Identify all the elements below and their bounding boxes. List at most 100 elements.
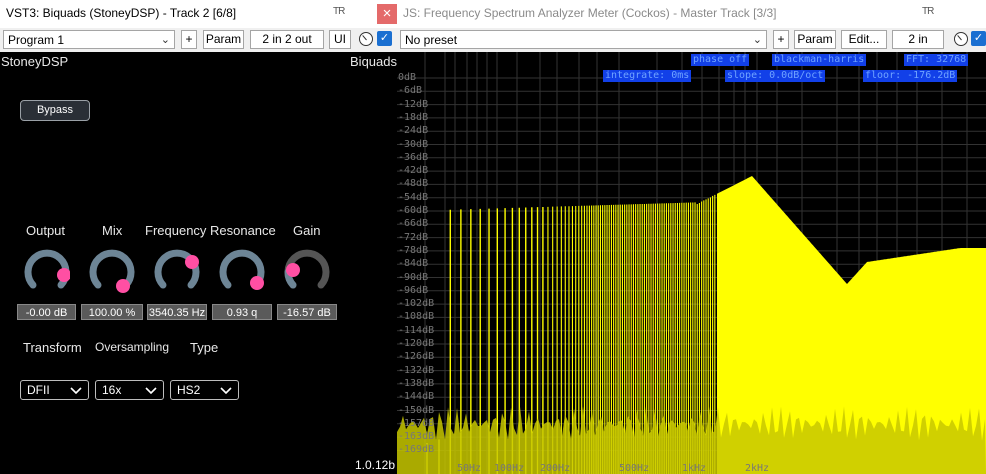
resonance-value[interactable]: 0.93 q <box>212 304 272 320</box>
left-title-bar: VST3: Biquads (StoneyDSP) - Track 2 [6/8… <box>0 0 397 28</box>
output-label: Output <box>26 223 66 238</box>
bypass-checkbox[interactable]: ✓ <box>971 31 986 46</box>
wet-knob-icon[interactable] <box>954 32 968 46</box>
db-tick-label: -78dB <box>398 244 429 256</box>
type-value: HS2 <box>177 383 201 397</box>
db-tick-label: -163dB <box>398 431 435 443</box>
bypass-button[interactable]: Bypass <box>20 100 90 121</box>
left-window-title: VST3: Biquads (StoneyDSP) - Track 2 [6/8… <box>6 6 237 20</box>
db-tick-label: -114dB <box>398 324 435 336</box>
db-tick-label: -144dB <box>398 391 435 403</box>
oversampling-value: 16x <box>102 383 122 397</box>
integrate-info[interactable]: integrate: 0ms <box>603 70 692 82</box>
pin-icon[interactable]: TR <box>333 6 345 17</box>
oversampling-label: Oversampling <box>95 340 170 354</box>
db-tick-label: -96dB <box>398 284 429 296</box>
db-tick-label: -108dB <box>398 311 435 323</box>
vendor-label: StoneyDSP <box>1 54 69 69</box>
frequency-tick-label: 1kHz <box>682 463 707 474</box>
resonance-knob[interactable] <box>219 248 265 294</box>
db-tick-label: -90dB <box>398 271 429 283</box>
output-value[interactable]: -0.00 dB <box>17 304 76 320</box>
spectrum-analyzer-window: JS: Frequency Spectrum Analyzer Meter (C… <box>397 0 986 474</box>
chevron-down-icon <box>145 387 157 394</box>
db-tick-label: -132dB <box>398 364 435 376</box>
window-info[interactable]: blackman-harris <box>772 54 867 66</box>
preset-select-value: No preset <box>405 33 458 47</box>
phase-info[interactable]: phase off <box>691 54 750 66</box>
db-tick-label: -138dB <box>398 377 435 389</box>
db-tick-label: -150dB <box>398 404 435 416</box>
db-tick-label: -42dB <box>398 165 429 177</box>
plugin-editor: StoneyDSP Biquads Bypass Output Mix Freq… <box>0 52 397 474</box>
close-button[interactable]: × <box>377 4 397 24</box>
floor-info[interactable]: floor: -176.2dB <box>863 70 958 82</box>
mix-knob[interactable] <box>89 248 135 294</box>
db-tick-label: -84dB <box>398 258 429 270</box>
db-tick-label: -12dB <box>398 98 429 110</box>
frequency-value[interactable]: 3540.35 Hz <box>147 304 207 320</box>
right-window-title: JS: Frequency Spectrum Analyzer Meter (C… <box>403 6 777 20</box>
db-tick-label: 0dB <box>398 72 417 83</box>
db-tick-label: -72dB <box>398 231 429 243</box>
output-knob[interactable] <box>24 248 70 294</box>
add-button[interactable]: + <box>181 30 197 49</box>
gain-label: Gain <box>293 223 321 238</box>
type-dropdown[interactable]: HS2 <box>170 380 239 400</box>
gain-value[interactable]: -16.57 dB <box>277 304 337 320</box>
chevron-down-icon: ⌄ <box>160 34 170 46</box>
right-title-bar: JS: Frequency Spectrum Analyzer Meter (C… <box>397 0 986 28</box>
plugin-name-label: Biquads <box>350 54 397 69</box>
db-tick-label: -66dB <box>398 218 429 230</box>
db-tick-label: -54dB <box>398 191 429 203</box>
db-tick-label: -6dB <box>398 85 423 97</box>
transform-dropdown[interactable]: DFII <box>20 380 89 400</box>
frequency-tick-label: 200Hz <box>540 463 571 474</box>
transform-value: DFII <box>27 383 50 397</box>
right-toolbar: No preset ⌄ + Param Edit... 2 in ✓ <box>397 28 986 52</box>
wet-knob-icon[interactable] <box>359 32 373 46</box>
io-routing-button[interactable]: 2 in <box>892 30 944 49</box>
gain-knob[interactable] <box>284 248 330 294</box>
version-label: 1.0.12b <box>354 458 395 472</box>
db-tick-label: -169dB <box>398 444 435 456</box>
db-tick-label: -36dB <box>398 151 429 163</box>
bypass-checkbox[interactable]: ✓ <box>377 31 392 46</box>
param-button[interactable]: Param <box>794 30 836 49</box>
edit-button[interactable]: Edit... <box>841 30 887 49</box>
frequency-tick-label: 100Hz <box>494 463 525 474</box>
db-tick-label: -157dB <box>398 417 435 429</box>
preset-select[interactable]: No preset ⌄ <box>400 30 767 49</box>
mix-value[interactable]: 100.00 % <box>81 304 143 320</box>
pin-icon[interactable]: TR <box>922 6 934 17</box>
frequency-knob[interactable] <box>154 248 200 294</box>
db-tick-label: -120dB <box>398 338 435 349</box>
fft-info[interactable]: FFT: 32768 <box>904 54 969 66</box>
frequency-label: Frequency <box>145 223 207 238</box>
ui-button[interactable]: UI <box>329 30 351 49</box>
transform-label: Transform <box>23 340 82 355</box>
oversampling-dropdown[interactable]: 16x <box>95 380 164 400</box>
param-button[interactable]: Param <box>203 30 244 49</box>
db-tick-label: -18dB <box>398 111 429 123</box>
left-toolbar: Program 1 ⌄ + Param 2 in 2 out UI ✓ <box>0 28 397 52</box>
chevron-down-icon: ⌄ <box>752 34 762 46</box>
db-tick-label: -60dB <box>398 205 429 216</box>
io-routing-button[interactable]: 2 in 2 out <box>250 30 324 49</box>
slope-info[interactable]: slope: 0.0dB/oct <box>725 70 826 82</box>
frequency-tick-label: 2kHz <box>745 463 770 474</box>
chevron-down-icon <box>70 387 82 394</box>
resonance-label: Resonance <box>210 223 276 238</box>
frequency-tick-label: 50Hz <box>457 463 482 474</box>
db-tick-label: -24dB <box>398 125 429 137</box>
mix-label: Mix <box>102 223 123 238</box>
chevron-down-icon <box>220 387 232 394</box>
program-select-value: Program 1 <box>8 33 65 47</box>
add-button[interactable]: + <box>773 30 789 49</box>
frequency-tick-label: 500Hz <box>619 463 650 474</box>
program-select[interactable]: Program 1 ⌄ <box>3 30 175 49</box>
spectrum-display[interactable]: 0dB -6dB -12dB -18dB -24dB -30dB -36dB -42dB -48… <box>397 52 986 474</box>
db-tick-label: -30dB <box>398 138 429 150</box>
db-tick-label: -102dB <box>398 298 435 310</box>
type-label: Type <box>190 340 219 355</box>
